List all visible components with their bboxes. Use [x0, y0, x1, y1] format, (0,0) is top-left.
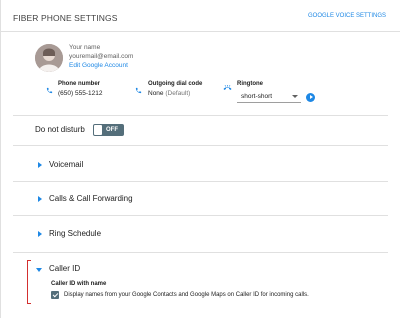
divider: [13, 115, 388, 116]
caller-id-checkbox[interactable]: [51, 291, 59, 299]
section-label: Voicemail: [49, 160, 84, 169]
account-name: Your name: [69, 44, 101, 51]
avatar-image: [35, 44, 63, 72]
chevron-down-icon: [36, 268, 42, 272]
caller-id-heading: Caller ID with name: [51, 281, 107, 287]
header-divider: [1, 31, 400, 32]
outgoing-dial-code-note: (Default): [165, 90, 191, 97]
page-title: FIBER PHONE SETTINGS: [13, 13, 118, 23]
phone-number-label: Phone number: [58, 81, 101, 87]
phone-number-value: (650) 555-1212: [58, 90, 103, 97]
outgoing-dial-code-value: None (Default): [148, 90, 190, 97]
section-label: Caller ID: [49, 264, 81, 273]
account-email: youremail@email.com: [69, 53, 134, 60]
divider: [13, 145, 388, 146]
outgoing-dial-code-text: None: [148, 90, 164, 97]
chevron-down-icon: [292, 95, 298, 98]
play-ringtone-icon[interactable]: [306, 93, 315, 102]
section-voicemail[interactable]: Voicemail: [31, 158, 380, 174]
section-caller-id[interactable]: Caller ID: [31, 262, 380, 278]
do-not-disturb-toggle[interactable]: OFF: [93, 124, 124, 136]
chevron-right-icon: [38, 196, 42, 202]
google-voice-settings-link[interactable]: GOOGLE VOICE SETTINGS: [308, 13, 386, 19]
toggle-state: OFF: [106, 126, 118, 133]
section-calls-forwarding[interactable]: Calls & Call Forwarding: [31, 192, 380, 208]
ringtone-label: Ringtone: [237, 81, 263, 87]
phone-icon: [46, 81, 53, 99]
divider: [13, 215, 388, 216]
ringtone-icon: [223, 80, 232, 98]
settings-panel: FIBER PHONE SETTINGS GOOGLE VOICE SETTIN…: [0, 0, 400, 318]
toggle-knob: [94, 125, 102, 135]
section-label: Ring Schedule: [49, 229, 102, 238]
page-header: FIBER PHONE SETTINGS GOOGLE VOICE SETTIN…: [13, 12, 388, 26]
ringtone-selected-value: short-short: [241, 93, 273, 100]
section-ring-schedule[interactable]: Ring Schedule: [31, 227, 380, 243]
outgoing-dial-code-label: Outgoing dial code: [148, 81, 203, 87]
phone-icon: [135, 81, 142, 99]
edit-google-account-link[interactable]: Edit Google Account: [69, 62, 128, 69]
do-not-disturb-label: Do not disturb: [35, 125, 85, 134]
section-label: Calls & Call Forwarding: [49, 194, 133, 203]
divider: [13, 252, 388, 253]
ringtone-select[interactable]: short-short: [237, 91, 301, 103]
avatar: [35, 44, 63, 72]
caller-id-description: Display names from your Google Contacts …: [64, 292, 309, 298]
divider: [13, 181, 388, 182]
chevron-right-icon: [38, 162, 42, 168]
chevron-right-icon: [38, 231, 42, 237]
